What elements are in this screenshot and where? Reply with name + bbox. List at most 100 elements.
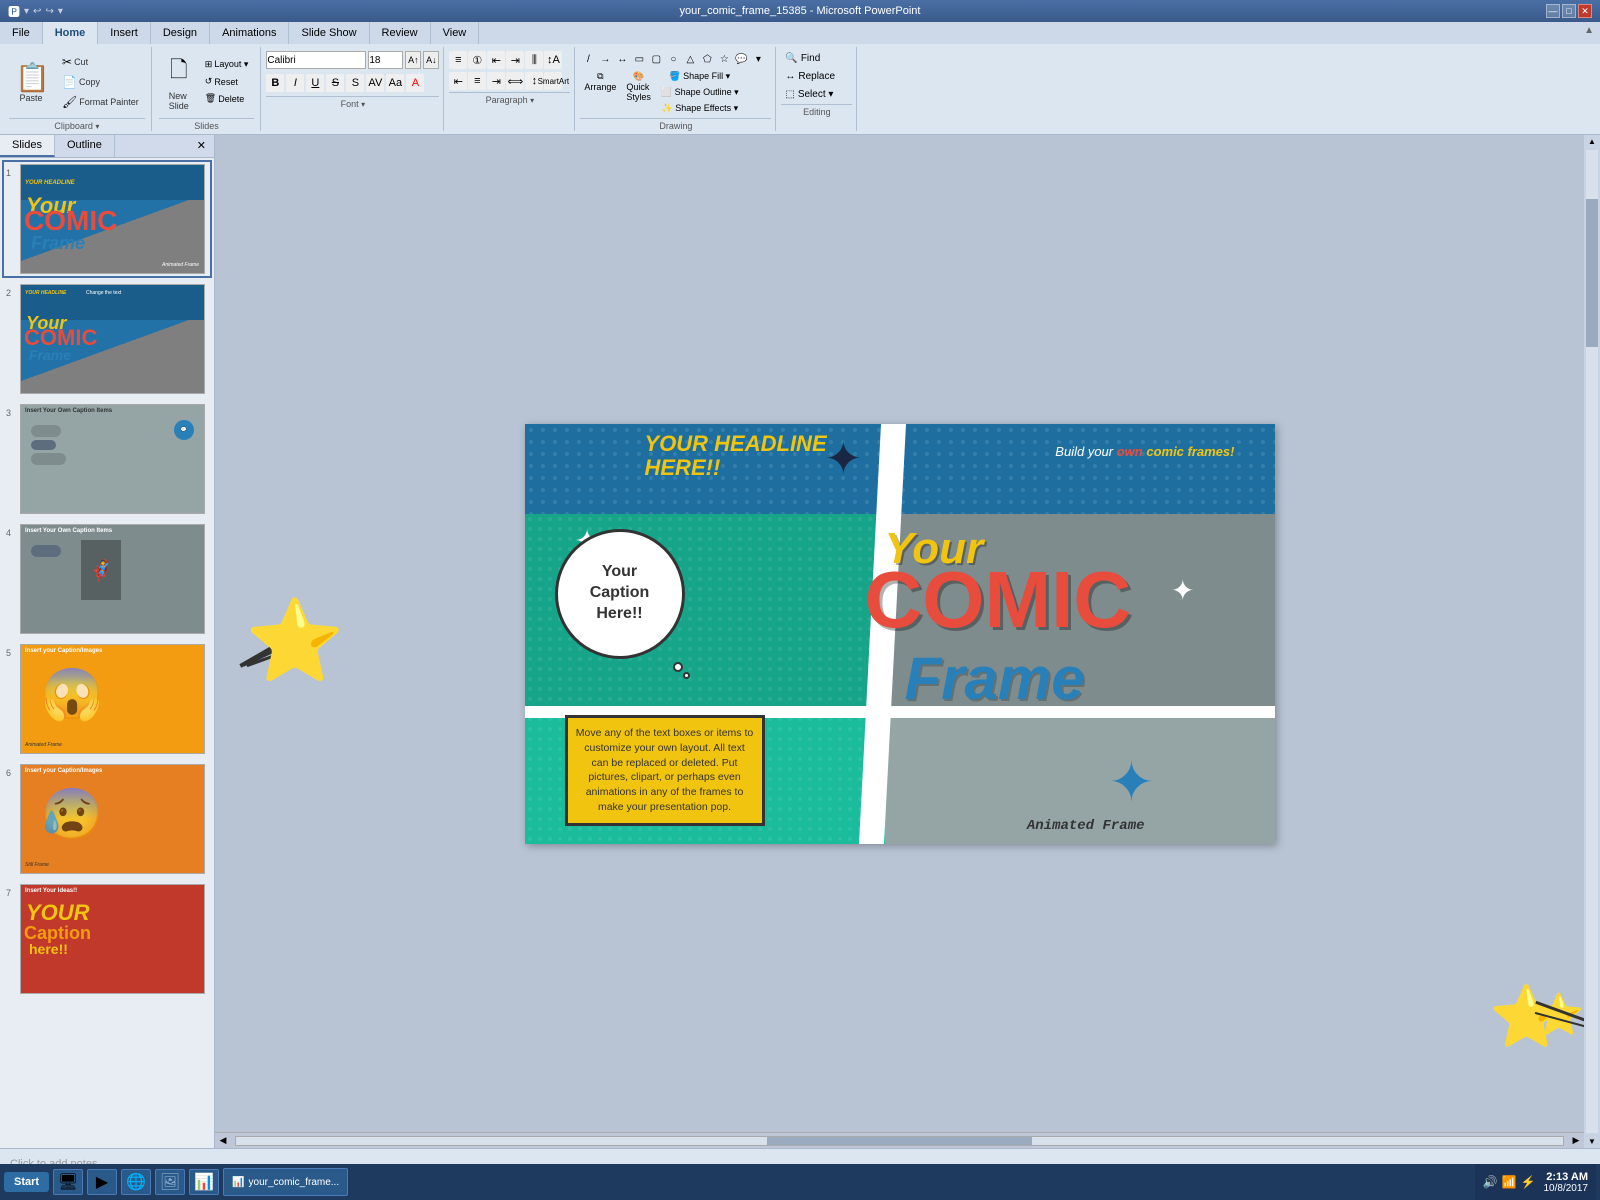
select-button[interactable]: ⬚ Select ▾ [781,87,852,102]
rounded-rect[interactable]: ▢ [648,51,664,67]
slide-thumb-4[interactable]: Insert Your Own Caption Items 🦸 [20,524,205,634]
scroll-up-btn[interactable]: ▲ [1584,135,1600,148]
canvas-area[interactable]: ⭐ ⭐ ⭐ [215,135,1584,1132]
headline-text[interactable]: YOUR HEADLINEHERE!! [645,432,827,480]
maximize-btn[interactable]: □ [1562,4,1576,18]
paste-button[interactable]: 📋 Paste [11,59,51,105]
slide-thumb-3[interactable]: Insert Your Own Caption Items 💬 [20,404,205,514]
tab-review[interactable]: Review [370,22,431,44]
tab-file[interactable]: File [0,22,43,44]
format-painter-button[interactable]: 🖌 Format Painter [58,93,143,111]
shape-fill-button[interactable]: 🪣 Shape Fill ▾ [657,69,743,84]
ribbon-collapse-btn[interactable]: ▲ [1578,22,1600,44]
convert-smartart-button[interactable]: SmartArt [544,72,562,90]
reset-button[interactable]: ↺ Reset [201,74,253,89]
bullets-button[interactable]: ≡ [449,51,467,69]
copy-button[interactable]: 📄 Copy [58,73,143,91]
new-slide-button[interactable]: 🗋 NewSlide [161,51,197,113]
font-size-increase-btn[interactable]: A↑ [405,51,421,69]
horizontal-scrollbar[interactable]: ◀ ▶ [215,1132,1584,1148]
callout-shape[interactable]: 💬 [733,51,749,67]
slides-tab[interactable]: Slides [0,135,55,157]
taskbar-icon-5[interactable]: 📊 [189,1169,219,1195]
text-direction-button[interactable]: ↕A [544,51,562,69]
slide-thumb-2[interactable]: YOUR HEADLINE Your COMIC Frame Change th… [20,284,205,394]
tab-insert[interactable]: Insert [98,22,151,44]
align-left-button[interactable]: ⇤ [449,72,467,90]
triangle-shape[interactable]: △ [682,51,698,67]
delete-button[interactable]: 🗑 Delete [201,91,253,106]
scroll-track-v[interactable] [1586,150,1598,1133]
char-spacing-button[interactable]: AV [366,74,384,92]
arrow-shape[interactable]: → [597,51,613,67]
taskbar-icon-3[interactable]: 🌐 [121,1169,151,1195]
info-box[interactable]: Move any of the text boxes or items to c… [565,715,765,825]
font-size-decrease-btn[interactable]: A↓ [423,51,439,69]
arrange-button[interactable]: ⧉Arrange [580,69,620,116]
slide-panel-close[interactable]: ✕ [189,135,214,157]
double-arrow[interactable]: ↔ [614,51,630,67]
comic-title-text[interactable]: COMIC [865,554,1132,646]
tab-animations[interactable]: Animations [210,22,289,44]
quick-styles-button[interactable]: 🎨QuickStyles [622,69,655,116]
scroll-down-btn[interactable]: ▼ [1584,1135,1600,1148]
decrease-indent-button[interactable]: ⇤ [487,51,505,69]
slide-thumb-6[interactable]: Insert your Caption/Images 😰 Still Frame [20,764,205,874]
scroll-track-h[interactable] [235,1136,1564,1146]
layout-button[interactable]: ⊞ Layout ▾ [201,57,253,72]
vertical-scrollbar[interactable]: ▲ ▼ [1584,135,1600,1148]
justify-button[interactable]: ⟺ [506,72,524,90]
find-button[interactable]: 🔍 Find [781,51,852,66]
align-center-button[interactable]: ≡ [468,72,486,90]
oval-shape[interactable]: ○ [665,51,681,67]
font-color-button[interactable]: A [406,74,424,92]
taskbar-icon-2[interactable]: ▶ [87,1169,117,1195]
start-button[interactable]: Start [4,1172,49,1192]
taskbar-icon-4[interactable]: 🖼 [155,1169,185,1195]
tab-home[interactable]: Home [43,22,99,44]
strikethrough-button[interactable]: S [326,74,344,92]
rect-shape[interactable]: ▭ [631,51,647,67]
scroll-thumb-v[interactable] [1586,199,1598,346]
main-slide-canvas[interactable]: YOUR HEADLINEHERE!! Build your own comic… [525,424,1275,844]
font-name-input[interactable] [266,51,366,69]
replace-button[interactable]: ↔ Replace [781,69,852,84]
slide-item-1[interactable]: 1 YOUR HEADLINE Your COMIC Frame Animate… [4,162,210,276]
shape-outline-button[interactable]: ⬜ Shape Outline ▾ [657,85,743,100]
slide-thumb-5[interactable]: Insert your Caption/Images 😱 Animated Fr… [20,644,205,754]
frame-title-text[interactable]: Frame [905,644,1085,713]
cut-button[interactable]: ✂ Cut [58,53,143,71]
align-right-button[interactable]: ⇥ [487,72,505,90]
italic-button[interactable]: I [286,74,304,92]
slide-thumb-1[interactable]: YOUR HEADLINE Your COMIC Frame Animated … [20,164,205,274]
slide-thumb-7[interactable]: Insert Your Ideas!! YOUR Caption here!! [20,884,205,994]
font-size-input[interactable] [368,51,403,69]
outline-tab[interactable]: Outline [55,135,115,157]
tab-slideshow[interactable]: Slide Show [289,22,369,44]
taskbar-pp-item[interactable]: 📊 your_comic_frame... [223,1168,348,1196]
slide-item-3[interactable]: 3 Insert Your Own Caption Items 💬 [4,402,210,516]
increase-indent-button[interactable]: ⇥ [506,51,524,69]
slide-item-7[interactable]: 7 Insert Your Ideas!! YOUR Caption here!… [4,882,210,996]
caption-bubble[interactable]: YourCaptionHere!! [555,529,685,659]
tab-view[interactable]: View [431,22,480,44]
slide-item-6[interactable]: 6 Insert your Caption/Images 😰 Still Fra… [4,762,210,876]
close-btn[interactable]: ✕ [1578,4,1592,18]
scroll-left-btn[interactable]: ◀ [215,1135,231,1146]
line-shape[interactable]: / [580,51,596,67]
slide-item-5[interactable]: 5 Insert your Caption/Images 😱 Animated … [4,642,210,756]
numbering-button[interactable]: ① [468,51,486,69]
shadow-button[interactable]: S [346,74,364,92]
pentagon-shape[interactable]: ⬠ [699,51,715,67]
tab-design[interactable]: Design [151,22,210,44]
star-shape[interactable]: ☆ [716,51,732,67]
bold-button[interactable]: B [266,74,284,92]
columns-button[interactable]: ⫼ [525,51,543,69]
change-case-button[interactable]: Aa [386,74,404,92]
scroll-right-btn[interactable]: ▶ [1568,1135,1584,1146]
scroll-thumb-h[interactable] [767,1137,1032,1145]
slide-item-2[interactable]: 2 YOUR HEADLINE Your COMIC Frame Change … [4,282,210,396]
shape-effects-button[interactable]: ✨ Shape Effects ▾ [657,101,743,116]
more-shapes[interactable]: ▾ [750,51,766,67]
minimize-btn[interactable]: — [1546,4,1560,18]
